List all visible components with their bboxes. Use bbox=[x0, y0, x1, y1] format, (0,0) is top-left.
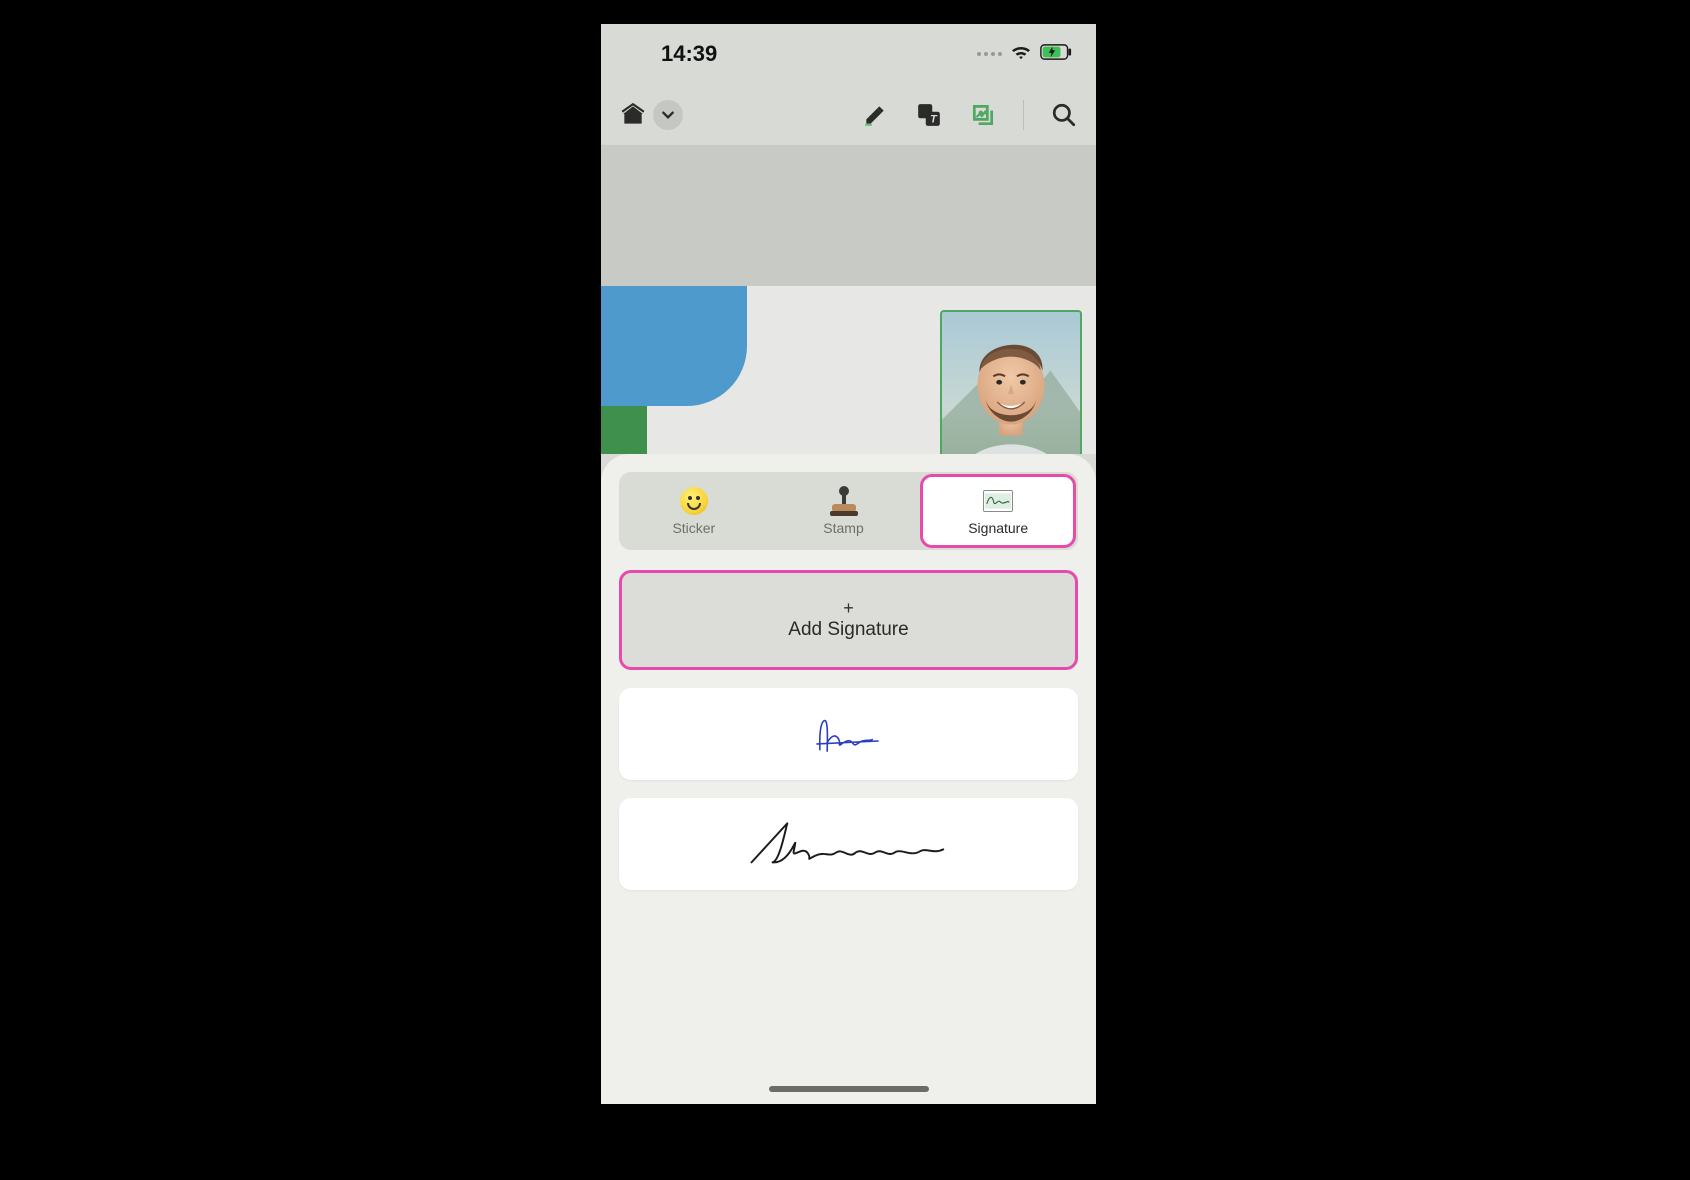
tab-stamp[interactable]: Stamp bbox=[769, 472, 919, 550]
tab-stamp-label: Stamp bbox=[823, 520, 863, 536]
plus-icon: + bbox=[843, 599, 854, 617]
add-signature-label: Add Signature bbox=[788, 619, 908, 641]
saved-signature-1[interactable] bbox=[619, 688, 1078, 780]
wifi-icon bbox=[1010, 43, 1032, 66]
signature-tab-icon bbox=[983, 486, 1013, 516]
home-indicator[interactable] bbox=[769, 1086, 929, 1092]
battery-charging-icon bbox=[1040, 44, 1072, 65]
home-button[interactable] bbox=[619, 101, 647, 129]
saved-signature-2[interactable] bbox=[619, 798, 1078, 890]
toolbar-left bbox=[619, 100, 683, 130]
profile-photo[interactable] bbox=[940, 310, 1082, 454]
tab-sticker[interactable]: Sticker bbox=[619, 472, 769, 550]
tab-signature[interactable]: Signature bbox=[920, 474, 1076, 548]
stamp-tool-button[interactable] bbox=[969, 101, 997, 129]
document-viewport[interactable] bbox=[601, 146, 1096, 454]
status-right bbox=[977, 43, 1072, 66]
stamp-icon bbox=[829, 486, 859, 516]
tab-signature-label: Signature bbox=[968, 520, 1028, 536]
app-toolbar: T bbox=[601, 84, 1096, 146]
highlighter-tool-button[interactable] bbox=[861, 101, 889, 129]
status-time: 14:39 bbox=[661, 41, 717, 67]
dropdown-button[interactable] bbox=[653, 100, 683, 130]
status-bar: 14:39 bbox=[601, 24, 1096, 84]
stage: 14:39 bbox=[0, 0, 1690, 1180]
insert-type-tabs: Sticker Stamp bbox=[619, 472, 1078, 550]
phone-screen: 14:39 bbox=[601, 24, 1096, 1104]
page-decoration-blue bbox=[601, 286, 747, 406]
search-button[interactable] bbox=[1050, 101, 1078, 129]
smiley-icon bbox=[679, 486, 709, 516]
text-tool-button[interactable]: T bbox=[915, 101, 943, 129]
toolbar-right: T bbox=[861, 100, 1078, 130]
signature-sheet: Sticker Stamp bbox=[601, 454, 1096, 1104]
tab-sticker-label: Sticker bbox=[672, 520, 715, 536]
add-signature-button[interactable]: + Add Signature bbox=[619, 570, 1078, 670]
cellular-dots-icon bbox=[977, 52, 1002, 56]
toolbar-divider bbox=[1023, 100, 1024, 130]
